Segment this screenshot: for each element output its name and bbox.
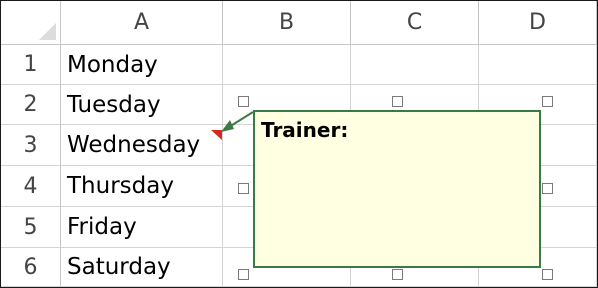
row-header-2[interactable]: 2 (1, 85, 61, 125)
cell-b1[interactable] (223, 45, 351, 85)
resize-handle-bottom-right[interactable] (542, 269, 553, 280)
select-all-icon (39, 23, 56, 40)
row-header-6[interactable]: 6 (1, 248, 61, 287)
cell-a4[interactable]: Thursday (61, 166, 223, 207)
spreadsheet-window: A B C D 1 Monday 2 Tuesday 3 Wednesday 4… (0, 0, 598, 288)
resize-handle-top-right[interactable] (542, 96, 553, 107)
column-header-c[interactable]: C (351, 1, 479, 45)
cell-a2[interactable]: Tuesday (61, 85, 223, 125)
cell-a6[interactable]: Saturday (61, 248, 223, 287)
column-header-d[interactable]: D (479, 1, 597, 45)
cell-c1[interactable] (351, 45, 479, 85)
resize-handle-middle-right[interactable] (542, 183, 553, 194)
resize-handle-middle-left[interactable] (238, 183, 249, 194)
cell-a3[interactable]: Wednesday (61, 125, 223, 166)
column-header-a[interactable]: A (61, 1, 223, 45)
resize-handle-top-center[interactable] (392, 96, 403, 107)
row-header-5[interactable]: 5 (1, 207, 61, 248)
resize-handle-bottom-center[interactable] (392, 269, 403, 280)
resize-handle-bottom-left[interactable] (238, 269, 249, 280)
resize-handle-top-left[interactable] (238, 96, 249, 107)
select-all-button[interactable] (1, 1, 61, 45)
row-header-1[interactable]: 1 (1, 45, 61, 85)
cell-a5[interactable]: Friday (61, 207, 223, 248)
row-header-3[interactable]: 3 (1, 125, 61, 166)
column-header-b[interactable]: B (223, 1, 351, 45)
cell-a1[interactable]: Monday (61, 45, 223, 85)
cell-d1[interactable] (479, 45, 597, 85)
comment-indicator-icon[interactable] (211, 130, 222, 140)
cell-comment-box[interactable]: Trainer: (253, 110, 541, 268)
comment-author: Trainer: (261, 118, 349, 142)
row-header-4[interactable]: 4 (1, 166, 61, 207)
